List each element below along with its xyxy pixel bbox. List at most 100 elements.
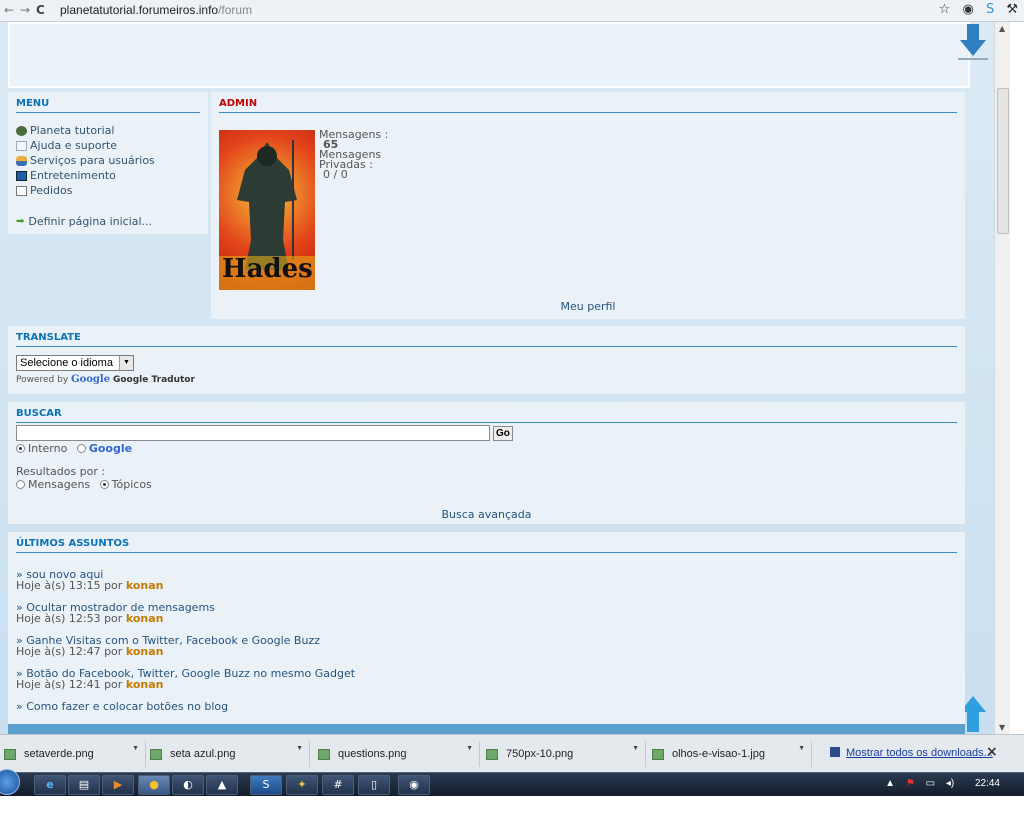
chevron-down-icon[interactable]: ▼ [798,745,805,752]
my-profile-link[interactable]: Meu perfil [211,300,965,313]
chevron-down-icon[interactable]: ▼ [296,745,303,752]
admin-panel: ADMIN Hades Mensagens : 65 Mensagens Pri… [211,92,965,319]
image-file-icon [652,748,664,760]
url-host: planetatutorial.forumeiros.info [60,3,219,17]
menu-item-ajuda[interactable]: Ajuda e suporte [16,138,200,153]
taskbar-chrome-icon[interactable]: ● [138,775,170,795]
topic-list: » sou novo aqui Hoje à(s) 13:15 por konan… [16,569,957,712]
edit-icon [16,185,27,196]
topic-item: » Ocultar mostrador de mensagems Hoje à(s… [16,602,957,624]
image-file-icon [486,748,498,760]
radio-google-label: Google [88,442,133,455]
go-button[interactable]: Go [493,425,513,441]
browser-address-bar: ← → C planetatutorial.forumeiros.info/fo… [0,0,1024,22]
admin-avatar[interactable]: Hades [219,130,315,290]
chevron-down-icon[interactable]: ▼ [632,745,639,752]
reload-icon[interactable]: C [36,3,45,17]
taskbar-grid-icon[interactable]: # [322,775,354,795]
extension-icon[interactable]: ◉ [962,2,973,17]
download-filename: seta azul.png [170,748,236,760]
scroll-up-icon[interactable]: ▲ [999,24,1005,33]
advanced-search-link[interactable]: Busca avançada [8,508,965,521]
image-file-icon [150,748,162,760]
taskbar-ie-icon[interactable]: e [34,775,66,795]
menu-title: MENU [16,98,200,113]
radio-internal[interactable] [16,444,25,453]
chevron-down-icon[interactable]: ▼ [466,745,473,752]
taskbar-paint-icon[interactable]: ✦ [286,775,318,795]
powered-by-prefix: Powered by [16,375,69,385]
tray-volume-icon[interactable]: ◂) [946,778,954,789]
topic-user-link[interactable]: konan [126,645,164,658]
results-by-label: Resultados por : [16,465,106,478]
radio-topics-label: Tópicos [111,478,152,491]
image-file-icon [4,748,16,760]
topic-title-link[interactable]: » Como fazer e colocar botões no blog [16,701,957,712]
taskbar-media-icon[interactable]: ▶ [102,775,134,795]
language-select[interactable]: Selecione o idioma ▼ [16,355,134,371]
skype-icon[interactable]: S [986,2,994,17]
screen-bottom-area [0,796,1024,819]
download-item[interactable]: setaverde.png ▼ [4,741,146,767]
taskbar-explorer-icon[interactable]: ▤ [68,775,100,795]
monitor-icon [16,170,27,181]
radio-topics[interactable] [99,480,109,489]
taskbar-app-icon[interactable]: ◐ [172,775,204,795]
forward-icon[interactable]: → [20,3,30,17]
scroll-down-icon[interactable]: ▼ [999,723,1005,732]
green-arrow-icon: ➡ [16,216,25,227]
download-item[interactable]: seta azul.png ▼ [150,741,310,767]
taskbar-skype-icon[interactable]: S [250,775,282,795]
menu-item-pedidos[interactable]: Pedidos [16,183,200,198]
image-file-icon [318,748,330,760]
topic-meta: Hoje à(s) 13:15 por konan [16,580,957,591]
topic-user-link[interactable]: konan [126,612,164,625]
results-by-options: Mensagens Tópicos [16,478,957,491]
download-item[interactable]: 750px-10.png ▼ [486,741,646,767]
scroll-down-arrow-icon[interactable] [958,24,988,62]
scrollbar-thumb[interactable] [997,88,1009,234]
topic-date: Hoje à(s) 12:53 por [16,612,123,625]
search-input[interactable] [16,425,490,441]
download-filename: questions.png [338,748,407,760]
tray-chevron-icon[interactable]: ▲ [885,778,895,789]
topic-meta: Hoje à(s) 12:41 por konan [16,679,957,690]
taskbar-other-icon[interactable]: ◉ [398,775,430,795]
wrench-icon[interactable]: ⚒ [1006,2,1018,17]
set-homepage-link[interactable]: ➡ Definir página inicial... [16,214,200,229]
topic-item: » sou novo aqui Hoje à(s) 13:15 por konan [16,569,957,591]
page-scrollbar[interactable]: ▲ ▼ [994,22,1010,734]
topic-user-link[interactable]: konan [126,579,164,592]
search-title: BUSCAR [16,408,957,423]
windows-taskbar: e ▤ ▶ ● ◐ ▲ S ✦ # ▯ ◉ ▲ ⚑ ▭ ◂) 22:44 [0,769,1024,796]
topic-user-link[interactable]: konan [126,678,164,691]
tray-network-icon[interactable]: ▭ [926,778,935,789]
taskbar-notepad-icon[interactable]: ▯ [358,775,390,795]
back-icon[interactable]: ← [4,3,14,17]
bookmark-star-icon[interactable]: ☆ [939,2,951,17]
powered-by-suffix: Google Tradutor [112,375,195,385]
address-field[interactable]: planetatutorial.forumeiros.info/forum [60,3,252,17]
menu-item-servicos[interactable]: Serviços para usuários [16,153,200,168]
tray-flag-icon[interactable]: ⚑ [906,778,915,789]
close-downloads-button[interactable]: × [986,744,998,760]
tray-clock[interactable]: 22:44 [975,778,1000,789]
taskbar-image-icon[interactable]: ▲ [206,775,238,795]
search-scope: Interno Google [16,442,957,455]
menu-item-entretenimento[interactable]: Entretenimento [16,168,200,183]
radio-messages[interactable] [16,480,25,489]
topic-item: » Botão do Facebook, Twitter, Google Buz… [16,668,957,690]
search-icon [16,140,27,151]
download-item[interactable]: olhos-e-visao-1.jpg ▼ [652,741,812,767]
chevron-down-icon[interactable]: ▼ [132,745,139,752]
globe-icon [16,125,27,136]
download-item[interactable]: questions.png ▼ [318,741,480,767]
show-all-downloads-link[interactable]: Mostrar todos os downloads... [830,747,993,759]
start-button[interactable] [0,769,20,795]
radio-internal-label: Interno [28,442,68,455]
radio-google[interactable] [76,444,86,453]
search-panel: BUSCAR Go Interno Google Resultados por … [8,402,965,524]
menu-item-planeta-tutorial[interactable]: Planeta tutorial [16,123,200,138]
menu-item-label: Planeta tutorial [30,124,115,137]
topic-meta: Hoje à(s) 12:53 por konan [16,613,957,624]
